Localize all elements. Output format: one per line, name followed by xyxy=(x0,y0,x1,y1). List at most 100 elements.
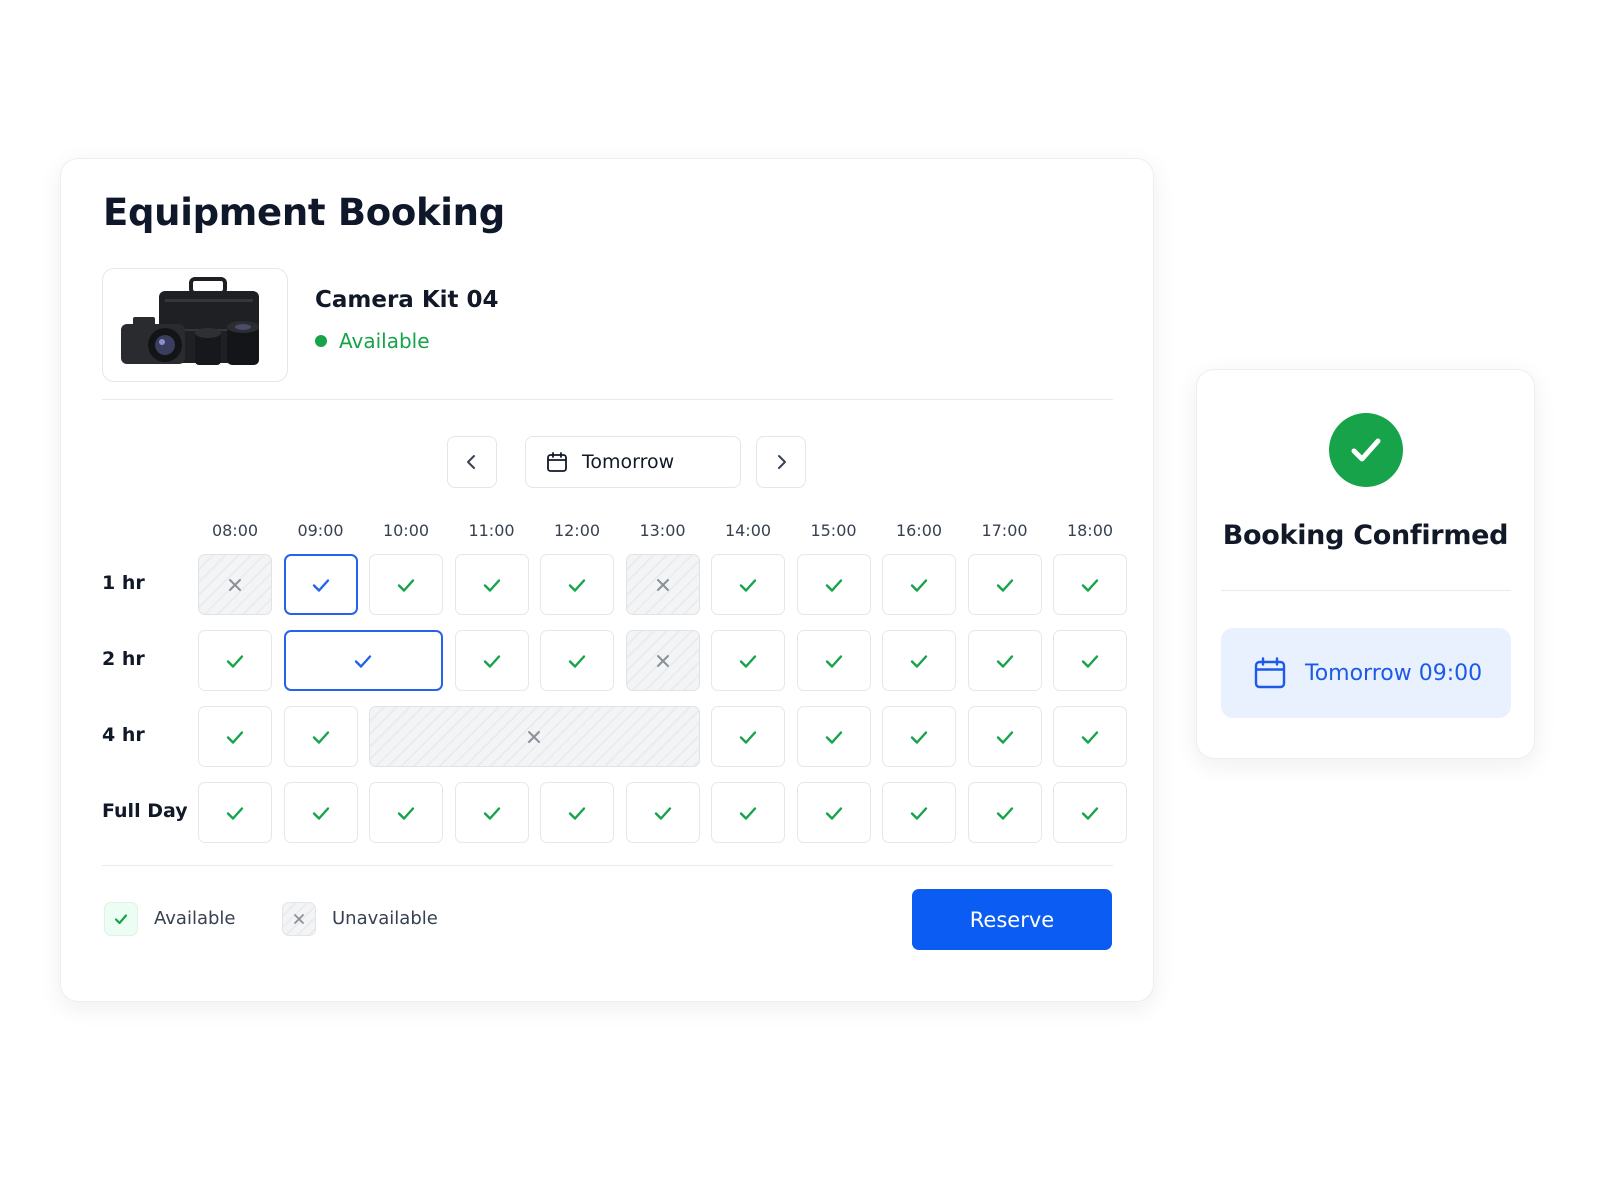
chevron-left-icon xyxy=(467,455,475,469)
slot-available[interactable] xyxy=(882,630,956,691)
check-icon xyxy=(568,806,586,820)
slot-available[interactable] xyxy=(882,782,956,843)
slot-available[interactable] xyxy=(796,782,871,843)
duration-label: 4 hr xyxy=(102,724,145,746)
check-icon xyxy=(568,654,586,668)
slot-available[interactable] xyxy=(1053,554,1127,615)
duration-label: Full Day xyxy=(102,800,188,822)
slot-available[interactable] xyxy=(625,782,700,843)
slot-available[interactable] xyxy=(283,706,358,767)
slot-available[interactable] xyxy=(882,706,956,767)
slot-available[interactable] xyxy=(967,782,1042,843)
check-icon xyxy=(1351,438,1381,462)
slot-available[interactable] xyxy=(711,782,785,843)
slot-available[interactable] xyxy=(198,706,272,767)
check-icon xyxy=(355,654,372,668)
slot-unavailable xyxy=(625,630,700,691)
check-icon xyxy=(996,654,1013,668)
item-status-label: Available xyxy=(339,329,430,353)
slot-unavailable xyxy=(625,554,700,615)
slot-available[interactable] xyxy=(967,706,1042,767)
confirmation-detail: Tomorrow 09:00 xyxy=(1221,628,1511,718)
slot-available[interactable] xyxy=(967,630,1042,691)
legend-available-swatch xyxy=(104,902,138,936)
slot-available[interactable] xyxy=(796,554,871,615)
check-icon xyxy=(226,730,244,744)
check-icon xyxy=(739,654,757,668)
status-dot-icon xyxy=(315,335,327,347)
camera-kit-icon xyxy=(121,277,259,365)
legend-available-label: Available xyxy=(154,908,236,929)
duration-label: 2 hr xyxy=(102,648,145,670)
check-icon xyxy=(910,578,928,592)
slot-selected[interactable] xyxy=(283,630,443,691)
slot-available[interactable] xyxy=(1053,706,1127,767)
check-icon xyxy=(1081,578,1099,592)
check-icon xyxy=(226,654,244,668)
slot-available[interactable] xyxy=(198,630,272,691)
time-header: 09:00 xyxy=(297,521,344,540)
item-name: Camera Kit 04 xyxy=(315,287,499,313)
confirmation-title: Booking Confirmed xyxy=(1222,520,1509,551)
slot-available[interactable] xyxy=(540,782,614,843)
confirmation-card: Booking Confirmed Tomorrow 09:00 xyxy=(1196,369,1535,759)
slot-available[interactable] xyxy=(540,630,614,691)
slot-available[interactable] xyxy=(454,630,529,691)
check-icon xyxy=(312,578,329,592)
check-circle-icon xyxy=(1329,413,1403,487)
slot-available[interactable] xyxy=(369,782,443,843)
slot-available[interactable] xyxy=(454,554,529,615)
check-icon xyxy=(910,654,928,668)
check-icon xyxy=(312,806,329,820)
slot-available[interactable] xyxy=(1053,630,1127,691)
slot-unavailable xyxy=(198,554,272,615)
time-header: 11:00 xyxy=(468,521,515,540)
check-icon xyxy=(739,730,757,744)
slot-available[interactable] xyxy=(1053,782,1127,843)
time-header: 16:00 xyxy=(895,521,943,540)
divider xyxy=(102,865,1113,866)
slot-available[interactable] xyxy=(796,706,871,767)
item-status: Available xyxy=(315,329,430,353)
slot-available[interactable] xyxy=(967,554,1042,615)
slot-available[interactable] xyxy=(796,630,871,691)
slot-available[interactable] xyxy=(711,706,785,767)
slot-available[interactable] xyxy=(540,554,614,615)
slot-available[interactable] xyxy=(198,782,272,843)
slot-available[interactable] xyxy=(711,630,785,691)
date-label: Tomorrow xyxy=(582,451,675,473)
check-icon xyxy=(397,806,415,820)
check-icon xyxy=(739,806,757,820)
x-icon xyxy=(528,730,541,743)
time-header: 13:00 xyxy=(639,521,686,540)
calendar-icon xyxy=(1254,657,1286,689)
next-day-button[interactable] xyxy=(756,436,806,488)
legend-unavailable-label: Unavailable xyxy=(332,908,438,929)
date-picker[interactable]: Tomorrow xyxy=(525,436,741,488)
legend-unavailable-swatch xyxy=(282,902,316,936)
slot-available[interactable] xyxy=(283,782,358,843)
reserve-button[interactable]: Reserve xyxy=(912,889,1112,950)
check-icon xyxy=(1081,730,1099,744)
check-icon xyxy=(654,806,671,820)
check-icon xyxy=(996,578,1013,592)
check-icon xyxy=(226,806,244,820)
duration-label: 1 hr xyxy=(102,572,145,594)
calendar-icon xyxy=(547,452,567,472)
x-icon xyxy=(229,578,241,591)
check-icon xyxy=(996,806,1013,820)
slot-available[interactable] xyxy=(711,554,785,615)
slot-selected[interactable] xyxy=(283,554,358,615)
time-header: 10:00 xyxy=(382,521,430,540)
confirmation-detail-label: Tomorrow 09:00 xyxy=(1305,660,1483,686)
check-icon xyxy=(483,806,500,820)
time-header: 08:00 xyxy=(211,521,259,540)
slot-available[interactable] xyxy=(882,554,956,615)
slot-available[interactable] xyxy=(454,782,529,843)
slot-available[interactable] xyxy=(369,554,443,615)
check-icon xyxy=(1081,654,1099,668)
x-icon xyxy=(656,578,669,591)
check-icon xyxy=(996,730,1013,744)
prev-day-button[interactable] xyxy=(447,436,497,488)
check-icon xyxy=(910,806,928,820)
